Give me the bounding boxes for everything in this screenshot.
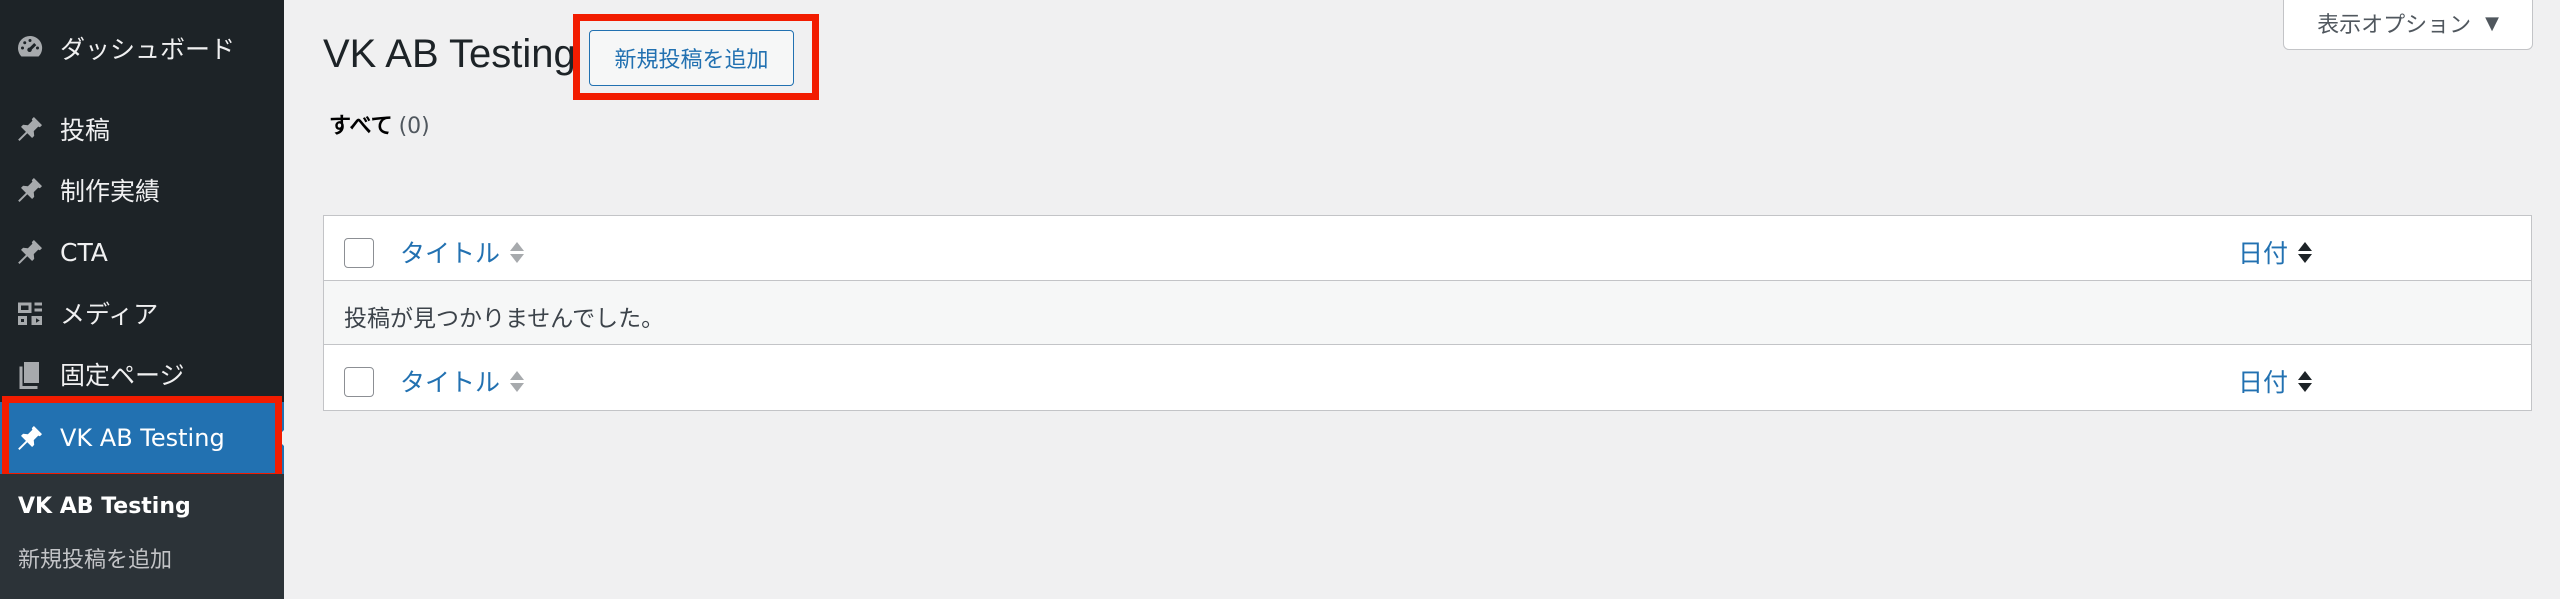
menu-item-media[interactable]: メディア [0, 285, 284, 341]
sort-icon [2298, 370, 2313, 392]
no-items-message: 投稿が見つかりませんでした。 [344, 306, 665, 332]
menu-item-pages[interactable]: 固定ページ [0, 346, 284, 402]
pin-icon [0, 101, 60, 157]
pin-icon [0, 162, 60, 218]
menu-label-works: 制作実績 [60, 177, 161, 206]
menu-label-posts: 投稿 [60, 116, 111, 145]
menu-item-cta[interactable]: CTA [0, 224, 284, 280]
menu-item-posts[interactable]: 投稿 [0, 101, 284, 157]
select-all-checkbox[interactable] [344, 238, 374, 268]
menu-label-vk-ab-testing: VK AB Testing [60, 424, 225, 452]
menu-label-cta: CTA [60, 237, 108, 267]
pin-icon [0, 224, 60, 280]
menu-item-vk-ab-testing[interactable]: VK AB Testing [0, 402, 284, 474]
caret-down-icon: ▼ [2485, 12, 2499, 34]
column-date-header[interactable]: 日付 [2238, 234, 2313, 270]
column-title-label: タイトル [400, 368, 501, 397]
column-date-label: 日付 [2238, 239, 2289, 268]
table-footer-row: タイトル 日付 [324, 345, 2531, 410]
media-icon [0, 285, 60, 341]
menu-label-pages: 固定ページ [60, 361, 185, 390]
menu-item-works[interactable]: 制作実績 [0, 162, 284, 218]
menu-item-dashboard[interactable]: ダッシュボード [0, 20, 284, 76]
screen-options-label: 表示オプション [2317, 13, 2472, 38]
current-menu-arrow [276, 430, 284, 446]
filter-all-count: (0) [398, 114, 430, 139]
column-date-footer[interactable]: 日付 [2238, 363, 2313, 399]
submenu-item-all[interactable]: VK AB Testing [18, 494, 191, 519]
screen-options-button[interactable]: 表示オプション ▼ [2283, 0, 2533, 50]
submenu-item-add-new[interactable]: 新規投稿を追加 [18, 542, 172, 574]
dashboard-icon [0, 20, 60, 76]
submenu: VK AB Testing 新規投稿を追加 [0, 474, 284, 599]
column-date-label: 日付 [2238, 368, 2289, 397]
menu-label-dashboard: ダッシュボード [60, 35, 236, 64]
posts-table: タイトル 日付 投稿が見つかりませんでした。 タイトル 日付 [323, 215, 2532, 411]
admin-sidebar: ダッシュボード 投稿 制作実績 CTA メディア 固定ページ VK AB Tes… [0, 0, 284, 599]
table-header-row: タイトル 日付 [324, 216, 2531, 281]
page-icon [0, 346, 60, 402]
status-filter: すべて (0) [329, 108, 430, 140]
filter-all-link[interactable]: すべて [329, 114, 393, 139]
select-all-checkbox-footer[interactable] [344, 367, 374, 397]
sort-icon [2298, 241, 2313, 263]
column-title-label: タイトル [400, 239, 501, 268]
page-title: VK AB Testing [323, 32, 576, 76]
sort-icon [510, 241, 525, 263]
column-title-footer[interactable]: タイトル [400, 363, 525, 399]
table-row: 投稿が見つかりませんでした。 [324, 281, 2531, 345]
sort-icon [510, 370, 525, 392]
menu-label-media: メディア [60, 300, 159, 329]
pin-icon [0, 402, 60, 474]
add-new-post-button[interactable]: 新規投稿を追加 [589, 30, 794, 86]
column-title-header[interactable]: タイトル [400, 234, 525, 270]
